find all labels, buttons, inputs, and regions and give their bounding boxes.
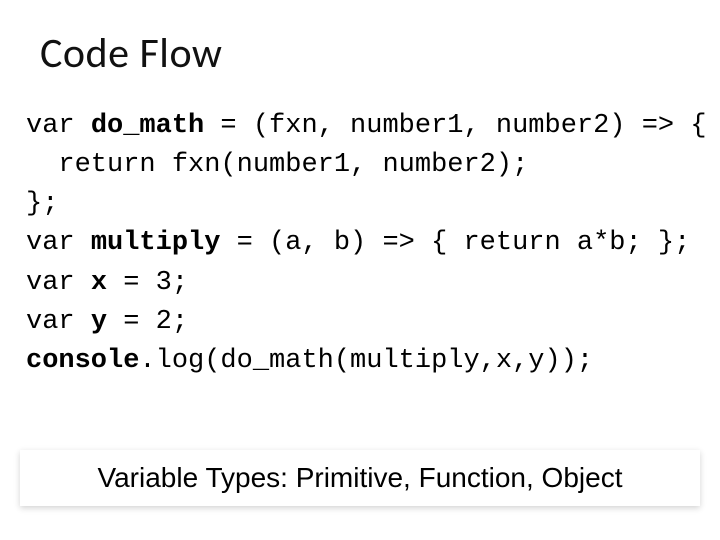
code-text: = 3; [107, 268, 188, 298]
ident-y: y [91, 307, 107, 337]
code-text: = (a, b) => { return a*b; }; [220, 228, 690, 258]
code-line-3: }; [26, 189, 58, 219]
slide-title: Code Flow [40, 28, 688, 79]
ident-do-math: do_math [91, 111, 204, 141]
ident-console: console [26, 346, 139, 376]
kw-var: var [26, 228, 91, 258]
kw-var: var [26, 307, 91, 337]
code-line-7: console.log(do_math(multiply,x,y)); [26, 346, 593, 376]
code-line-2: return fxn(number1, number2); [26, 150, 528, 180]
ident-x: x [91, 268, 107, 298]
kw-var: var [26, 268, 91, 298]
ident-multiply: multiply [91, 228, 221, 258]
code-line-4: var multiply = (a, b) => { return a*b; }… [26, 228, 690, 258]
code-text: .log(do_math(multiply,x,y)); [139, 346, 593, 376]
code-line-5: var x = 3; [26, 268, 188, 298]
kw-var: var [26, 111, 91, 141]
code-line-1: var do_math = (fxn, number1, number2) =>… [26, 111, 707, 141]
footer-text: Variable Types: Primitive, Function, Obj… [98, 462, 623, 494]
code-text: = 2; [107, 307, 188, 337]
footer-box: Variable Types: Primitive, Function, Obj… [20, 450, 700, 506]
code-block: var do_math = (fxn, number1, number2) =>… [26, 107, 688, 381]
code-text: = (fxn, number1, number2) => { [204, 111, 706, 141]
slide: Code Flow var do_math = (fxn, number1, n… [0, 0, 720, 540]
code-line-6: var y = 2; [26, 307, 188, 337]
